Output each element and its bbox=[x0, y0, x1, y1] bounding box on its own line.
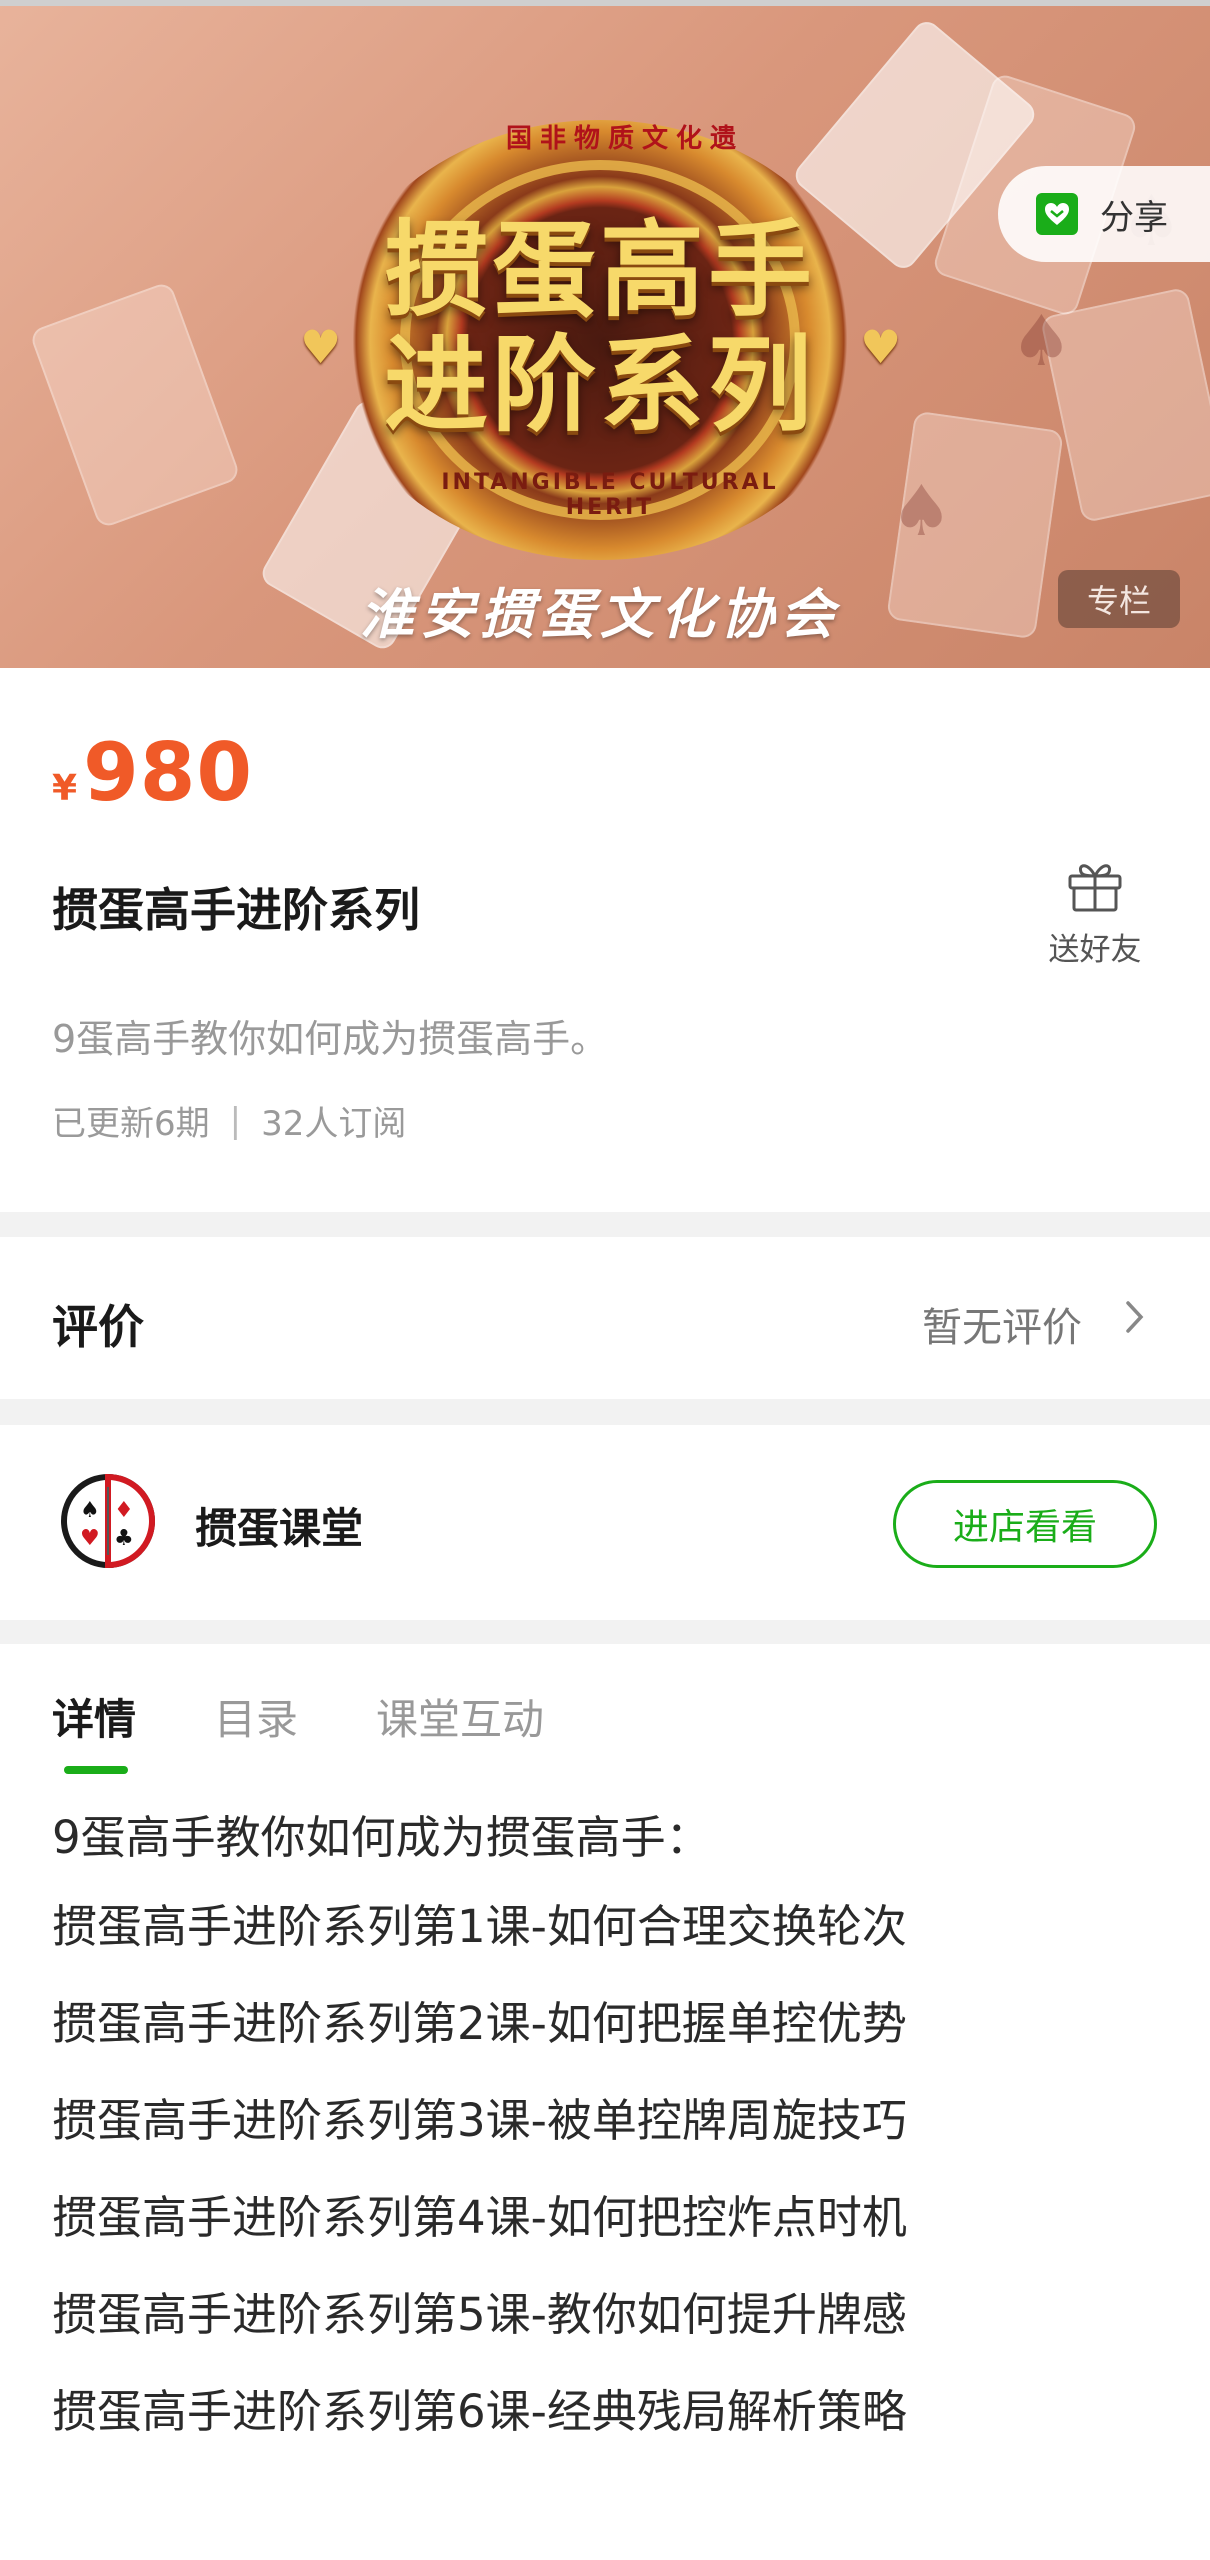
lesson-item: 掼蛋高手进阶系列第5课-教你如何提升牌感 bbox=[52, 2288, 907, 2341]
lesson-item: 掼蛋高手进阶系列第6课-经典残局解析策略 bbox=[52, 2385, 907, 2438]
decor-card bbox=[28, 280, 242, 530]
detail-intro: 9蛋高手教你如何成为掼蛋高手： bbox=[52, 1811, 711, 1864]
price: ¥ 980 bbox=[52, 726, 253, 819]
spade-decor-icon: ♠ bbox=[890, 470, 953, 552]
share-label: 分享 bbox=[1100, 197, 1168, 238]
course-description: 9蛋高手教你如何成为掼蛋高手。 bbox=[52, 1017, 609, 1061]
lesson-item: 掼蛋高手进阶系列第4课-如何把控炸点时机 bbox=[52, 2191, 907, 2244]
emblem-top-text: 国非物质文化遗 bbox=[505, 124, 744, 154]
review-label: 评价 bbox=[52, 1300, 144, 1354]
tab-details[interactable]: 详情 bbox=[52, 1686, 136, 1747]
heart-icon: ♥ bbox=[860, 320, 902, 374]
review-value: 暂无评价 bbox=[922, 1305, 1082, 1351]
section-divider bbox=[0, 1620, 1210, 1644]
tab-interaction[interactable]: 课堂互动 bbox=[376, 1686, 544, 1747]
course-info: ¥ 980 掼蛋高手进阶系列 送好友 9蛋高手教你如何成为掼蛋高手。 已更新6期… bbox=[0, 668, 1210, 1212]
gift-to-friend-button[interactable]: 送好友 bbox=[1030, 858, 1160, 969]
tab-catalog[interactable]: 目录 bbox=[214, 1686, 298, 1747]
course-meta: 已更新6期 | 32人订阅 bbox=[52, 1096, 406, 1145]
heart-icon: ♥ bbox=[300, 320, 342, 374]
lesson-item: 掼蛋高手进阶系列第2课-如何把握单控优势 bbox=[52, 1997, 907, 2050]
lesson-item: 掼蛋高手进阶系列第3课-被单控牌周旋技巧 bbox=[52, 2094, 907, 2147]
svg-text:♦: ♦ bbox=[114, 1498, 134, 1523]
price-amount: 980 bbox=[83, 726, 254, 819]
lesson-item: 掼蛋高手进阶系列第1课-如何合理交换轮次 bbox=[52, 1900, 907, 1953]
playing-cards-logo-icon[interactable]: ♠ ♥ ♦ ♣ bbox=[60, 1473, 156, 1569]
section-divider bbox=[0, 1399, 1210, 1425]
svg-text:♠: ♠ bbox=[80, 1498, 100, 1523]
detail-section: 详情 目录 课堂互动 9蛋高手教你如何成为掼蛋高手： 掼蛋高手进阶系列第1课-如… bbox=[0, 1644, 1210, 2560]
enter-shop-button[interactable]: 进店看看 bbox=[893, 1480, 1157, 1568]
review-row[interactable]: 评价 暂无评价 bbox=[0, 1237, 1210, 1399]
svg-text:♥: ♥ bbox=[80, 1526, 100, 1551]
shop-name: 掼蛋课堂 bbox=[195, 1504, 364, 1553]
column-badge: 专栏 bbox=[1058, 570, 1180, 628]
spade-decor-icon: ♠ bbox=[1010, 300, 1073, 382]
tab-bar: 详情 目录 课堂互动 bbox=[52, 1686, 622, 1747]
status-strip bbox=[0, 0, 1210, 6]
update-count: 已更新6期 bbox=[52, 1104, 210, 1144]
course-banner: ♠ ♠ ♠ 国非物质文化遗 INTANGIBLE CULTURAL HERIT … bbox=[0, 0, 1210, 668]
svg-text:♣: ♣ bbox=[114, 1526, 134, 1551]
active-tab-indicator bbox=[64, 1766, 128, 1774]
emblem-bottom-text: INTANGIBLE CULTURAL HERIT bbox=[441, 470, 779, 520]
chevron-right-icon bbox=[1124, 1297, 1146, 1341]
meta-separator: | bbox=[229, 1100, 242, 1141]
subscriber-count: 32人订阅 bbox=[261, 1104, 407, 1144]
share-button[interactable]: 分享 bbox=[998, 166, 1210, 262]
gift-icon bbox=[1030, 858, 1160, 914]
gift-label: 送好友 bbox=[1048, 932, 1142, 968]
section-divider bbox=[0, 1212, 1210, 1237]
detail-content: 9蛋高手教你如何成为掼蛋高手： 掼蛋高手进阶系列第1课-如何合理交换轮次 掼蛋高… bbox=[52, 1798, 907, 2460]
course-title: 掼蛋高手进阶系列 bbox=[52, 883, 420, 937]
association-signature: 淮安掼蛋文化协会 bbox=[360, 582, 840, 646]
shop-row: ♠ ♥ ♦ ♣ 掼蛋课堂 进店看看 bbox=[0, 1425, 1210, 1620]
currency-symbol: ¥ bbox=[52, 768, 78, 809]
banner-title-line2: 进阶系列 bbox=[383, 323, 816, 446]
wechat-share-icon bbox=[1036, 193, 1078, 235]
